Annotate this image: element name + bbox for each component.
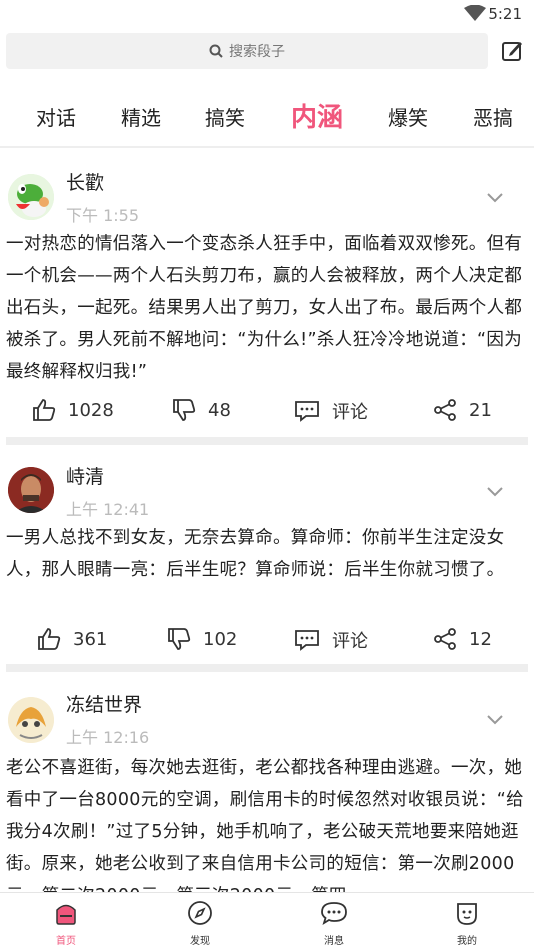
avatar-image (8, 174, 54, 220)
share-button[interactable]: 21 (433, 398, 492, 422)
post-time: 下午 1:55 (66, 206, 140, 225)
tabs-divider (0, 146, 534, 148)
nav-home-label: 首页 (56, 936, 76, 947)
comment-label: 评论 (332, 402, 368, 423)
post-actions: 1028 48 评论 21 (0, 398, 534, 430)
wifi-icon (464, 5, 486, 21)
compass-icon (188, 901, 212, 925)
comment-button[interactable]: 评论 (294, 398, 368, 424)
avatar[interactable] (8, 467, 54, 513)
category-tabs: 对话 精选 搞笑 内涵 爆笑 恶搞 (0, 96, 534, 140)
nav-messages-label: 消息 (324, 936, 344, 947)
share-count: 12 (469, 628, 492, 650)
nav-messages[interactable]: 消息 (294, 900, 374, 947)
home-icon (56, 904, 76, 925)
nav-home[interactable]: 首页 (26, 900, 106, 947)
share-icon (434, 628, 456, 650)
post-actions: 361 102 评论 12 (0, 627, 534, 659)
dislike-button[interactable]: 102 (167, 627, 237, 651)
tab-prank[interactable]: 恶搞 (473, 96, 513, 140)
post-separator (6, 437, 528, 445)
search-placeholder: 搜索段子 (229, 44, 285, 60)
author-name[interactable]: 长歡 (66, 168, 104, 195)
dislike-count: 48 (208, 399, 231, 421)
like-button[interactable]: 361 (37, 627, 107, 651)
chevron-down-icon[interactable] (486, 486, 504, 498)
nav-profile-label: 我的 (457, 936, 477, 947)
edit-icon[interactable] (500, 39, 524, 63)
chevron-down-icon[interactable] (486, 714, 504, 726)
search-icon (209, 44, 223, 58)
nav-discover[interactable]: 发现 (160, 900, 240, 947)
avatar[interactable] (8, 174, 54, 220)
post-content: 老公不喜逛街，每次她去逛街，老公都找各种理由逃避。一次，她看中了一台8000元的… (6, 758, 524, 892)
share-count: 21 (469, 399, 492, 421)
profile-icon (457, 903, 477, 925)
post-separator (6, 664, 528, 672)
post-time: 上午 12:16 (66, 728, 150, 747)
tab-neihan[interactable]: 内涵 (291, 96, 343, 140)
message-icon (321, 902, 347, 925)
dislike-button[interactable]: 48 (172, 398, 231, 422)
comment-label: 评论 (332, 631, 368, 652)
status-bar: 5:21 (0, 0, 534, 28)
chevron-down-icon[interactable] (486, 192, 504, 204)
tab-dialogue[interactable]: 对话 (36, 96, 76, 140)
avatar-image (8, 467, 54, 513)
search-input[interactable]: 搜索段子 (6, 33, 488, 69)
thumbs-down-icon (173, 399, 196, 421)
tab-featured[interactable]: 精选 (121, 96, 161, 140)
tab-hilarious[interactable]: 爆笑 (388, 96, 428, 140)
nav-profile[interactable]: 我的 (427, 900, 507, 947)
bottom-nav: 首页 发现 消息 我的 (0, 892, 534, 949)
post-content: 一对热恋的情侣落入一个变态杀人狂手中，面临着双双惨死。但有一个机会——两个人石头… (6, 234, 523, 382)
thumbs-down-icon (168, 628, 191, 650)
like-count: 361 (73, 628, 108, 650)
status-time: 5:21 (488, 5, 522, 23)
share-icon (434, 399, 456, 421)
avatar[interactable] (8, 697, 54, 743)
dislike-count: 102 (203, 628, 238, 650)
like-count: 1028 (68, 399, 114, 421)
search-row: 搜索段子 (6, 33, 528, 71)
thumbs-up-icon (38, 628, 61, 650)
nav-discover-label: 发现 (190, 936, 210, 947)
comment-icon (295, 401, 319, 422)
post-content: 一男人总找不到女友，无奈去算命。算命师：你前半生注定没女人，那人眼睛一亮：后半生… (6, 528, 505, 580)
thumbs-up-icon (33, 399, 56, 421)
author-name[interactable]: 峙清 (66, 462, 104, 489)
tab-funny[interactable]: 搞笑 (205, 96, 245, 140)
share-button[interactable]: 12 (433, 627, 492, 651)
post-time: 上午 12:41 (66, 500, 150, 519)
author-name[interactable]: 冻结世界 (66, 690, 142, 717)
comment-icon (295, 630, 319, 651)
like-button[interactable]: 1028 (32, 398, 114, 422)
comment-button[interactable]: 评论 (294, 627, 368, 653)
avatar-image (8, 697, 54, 743)
